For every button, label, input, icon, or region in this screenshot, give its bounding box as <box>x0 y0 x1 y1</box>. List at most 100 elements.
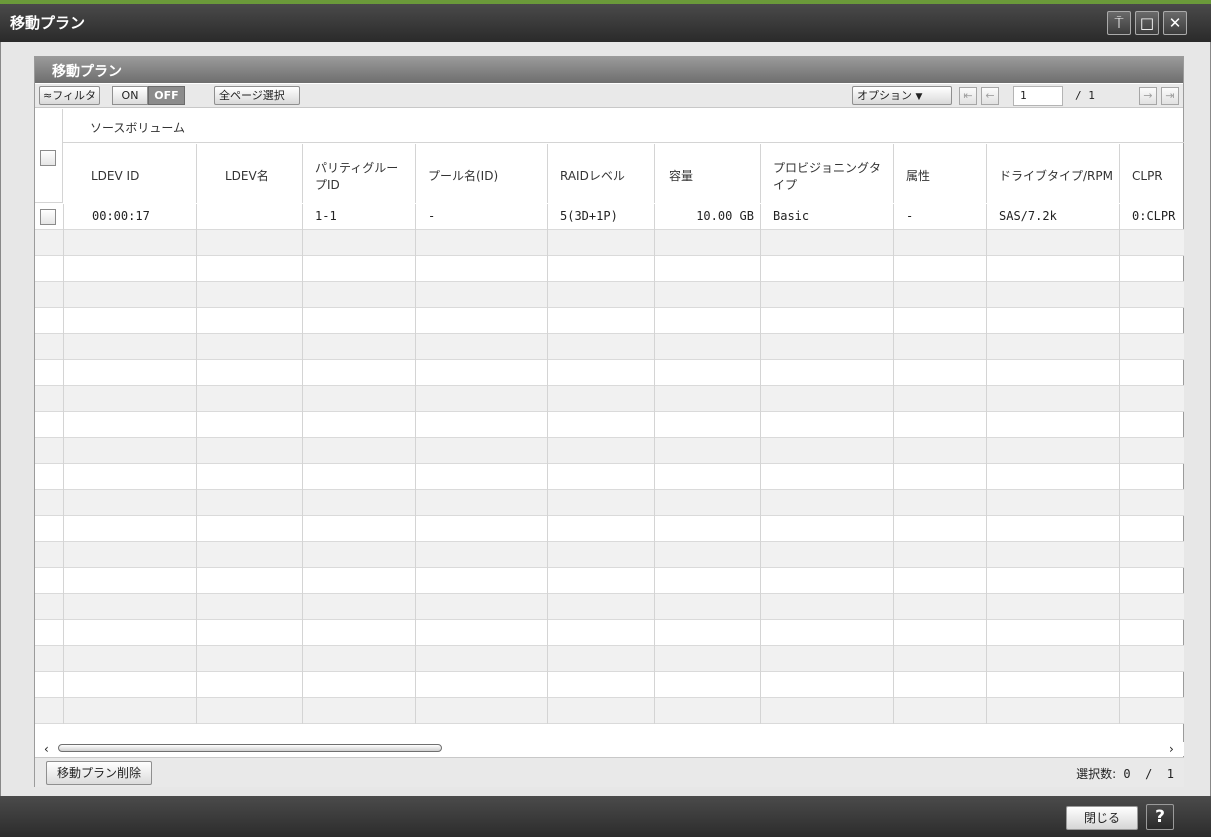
empty-cell <box>548 490 655 516</box>
help-button[interactable]: ? <box>1146 804 1174 830</box>
empty-cell <box>303 620 416 646</box>
empty-cell <box>548 698 655 724</box>
empty-cell <box>303 282 416 308</box>
empty-cell <box>197 282 303 308</box>
empty-table-row <box>35 256 1184 282</box>
empty-cell <box>761 282 894 308</box>
scroll-right-icon[interactable]: › <box>1169 742 1174 756</box>
empty-cell <box>761 568 894 594</box>
empty-cell <box>761 230 894 256</box>
empty-cell <box>894 256 987 282</box>
select-all-checkbox[interactable] <box>40 150 56 166</box>
delete-migration-plan-button[interactable]: 移動プラン削除 <box>46 761 153 785</box>
last-page-icon[interactable]: ⇥ <box>1161 87 1179 105</box>
options-button[interactable]: オプション ▼ <box>852 86 952 105</box>
cell-capacity: 10.00 GB <box>655 204 761 230</box>
filter-button[interactable]: ≈フィルタ <box>39 86 100 105</box>
empty-table-row <box>35 360 1184 386</box>
column-header-parity-group-id[interactable]: パリティグループID <box>303 144 416 203</box>
cell-provisioning-type: Basic <box>761 204 894 230</box>
empty-table-row <box>35 516 1184 542</box>
empty-cell <box>303 230 416 256</box>
empty-cell <box>987 334 1120 360</box>
filter-off-toggle[interactable]: OFF <box>148 86 185 105</box>
empty-table-row <box>35 672 1184 698</box>
empty-cell <box>655 542 761 568</box>
empty-cell <box>303 698 416 724</box>
empty-cell <box>894 230 987 256</box>
filter-on-toggle[interactable]: ON <box>112 86 148 105</box>
empty-cell <box>894 542 987 568</box>
pin-icon[interactable]: ⍑ <box>1107 11 1131 35</box>
horizontal-scrollbar[interactable]: ‹ › <box>35 742 1184 756</box>
column-header-clpr[interactable]: CLPR <box>1120 144 1184 203</box>
maximize-icon[interactable]: □ <box>1135 11 1159 35</box>
column-header-ldev-name[interactable]: LDEV名 <box>197 144 303 203</box>
next-page-icon[interactable]: → <box>1139 87 1157 105</box>
empty-cell <box>548 412 655 438</box>
empty-cell <box>197 516 303 542</box>
empty-cell <box>761 386 894 412</box>
empty-cell <box>197 490 303 516</box>
scroll-thumb[interactable] <box>58 744 442 752</box>
column-header-ldev-id[interactable]: LDEV ID <box>63 144 197 203</box>
empty-cell <box>416 282 548 308</box>
cell-pool-name: - <box>416 204 548 230</box>
empty-cell <box>761 464 894 490</box>
empty-cell <box>63 438 197 464</box>
empty-cell <box>761 646 894 672</box>
empty-cell <box>894 412 987 438</box>
table-row[interactable]: 00:00:17 1-1 - 5(3D+1P) 10.00 GB Basic -… <box>35 204 1184 230</box>
empty-cell <box>655 698 761 724</box>
column-header-raid-level[interactable]: RAIDレベル <box>548 144 655 203</box>
empty-table-row <box>35 464 1184 490</box>
empty-cell <box>894 386 987 412</box>
empty-table-row <box>35 230 1184 256</box>
empty-cell <box>761 412 894 438</box>
empty-cell <box>655 308 761 334</box>
empty-cell <box>894 490 987 516</box>
empty-cell <box>197 646 303 672</box>
column-header-pool-name[interactable]: プール名(ID) <box>416 144 548 203</box>
previous-page-icon[interactable]: ← <box>981 87 999 105</box>
first-page-icon[interactable]: ⇤ <box>959 87 977 105</box>
empty-cell <box>416 438 548 464</box>
empty-cell <box>63 412 197 438</box>
empty-cell <box>416 464 548 490</box>
column-header-capacity[interactable]: 容量 <box>655 144 761 203</box>
empty-cell <box>987 568 1120 594</box>
empty-cell <box>894 568 987 594</box>
empty-cell <box>303 672 416 698</box>
empty-cell <box>548 438 655 464</box>
close-icon[interactable]: ✕ <box>1163 11 1187 35</box>
select-all-pages-button[interactable]: 全ページ選択 <box>214 86 300 105</box>
column-header-provisioning-type[interactable]: プロビジョニングタイプ <box>761 144 894 203</box>
empty-cell <box>63 490 197 516</box>
column-header-attribute[interactable]: 属性 <box>894 144 987 203</box>
empty-cell <box>197 386 303 412</box>
page-number-input[interactable]: 1 <box>1013 86 1063 106</box>
empty-cell <box>197 542 303 568</box>
empty-cell <box>548 594 655 620</box>
empty-cell <box>987 698 1120 724</box>
empty-cell <box>548 282 655 308</box>
scroll-left-icon[interactable]: ‹ <box>44 742 49 756</box>
empty-cell <box>1120 516 1184 542</box>
empty-cell <box>894 308 987 334</box>
empty-table-row <box>35 412 1184 438</box>
empty-cell <box>548 256 655 282</box>
empty-cell <box>303 438 416 464</box>
close-button[interactable]: 閉じる <box>1066 806 1138 830</box>
window-title: 移動プラン <box>10 14 86 32</box>
empty-cell <box>1120 412 1184 438</box>
empty-cell <box>894 516 987 542</box>
empty-cell <box>548 516 655 542</box>
empty-cell <box>416 698 548 724</box>
row-checkbox[interactable] <box>40 209 56 225</box>
empty-cell <box>548 360 655 386</box>
column-header-drive-type[interactable]: ドライブタイプ/RPM <box>987 144 1120 203</box>
filter-toggle-icon: ≈ <box>43 89 53 102</box>
empty-cell <box>1120 568 1184 594</box>
empty-cell <box>197 334 303 360</box>
cell-drive-type: SAS/7.2k <box>987 204 1120 230</box>
